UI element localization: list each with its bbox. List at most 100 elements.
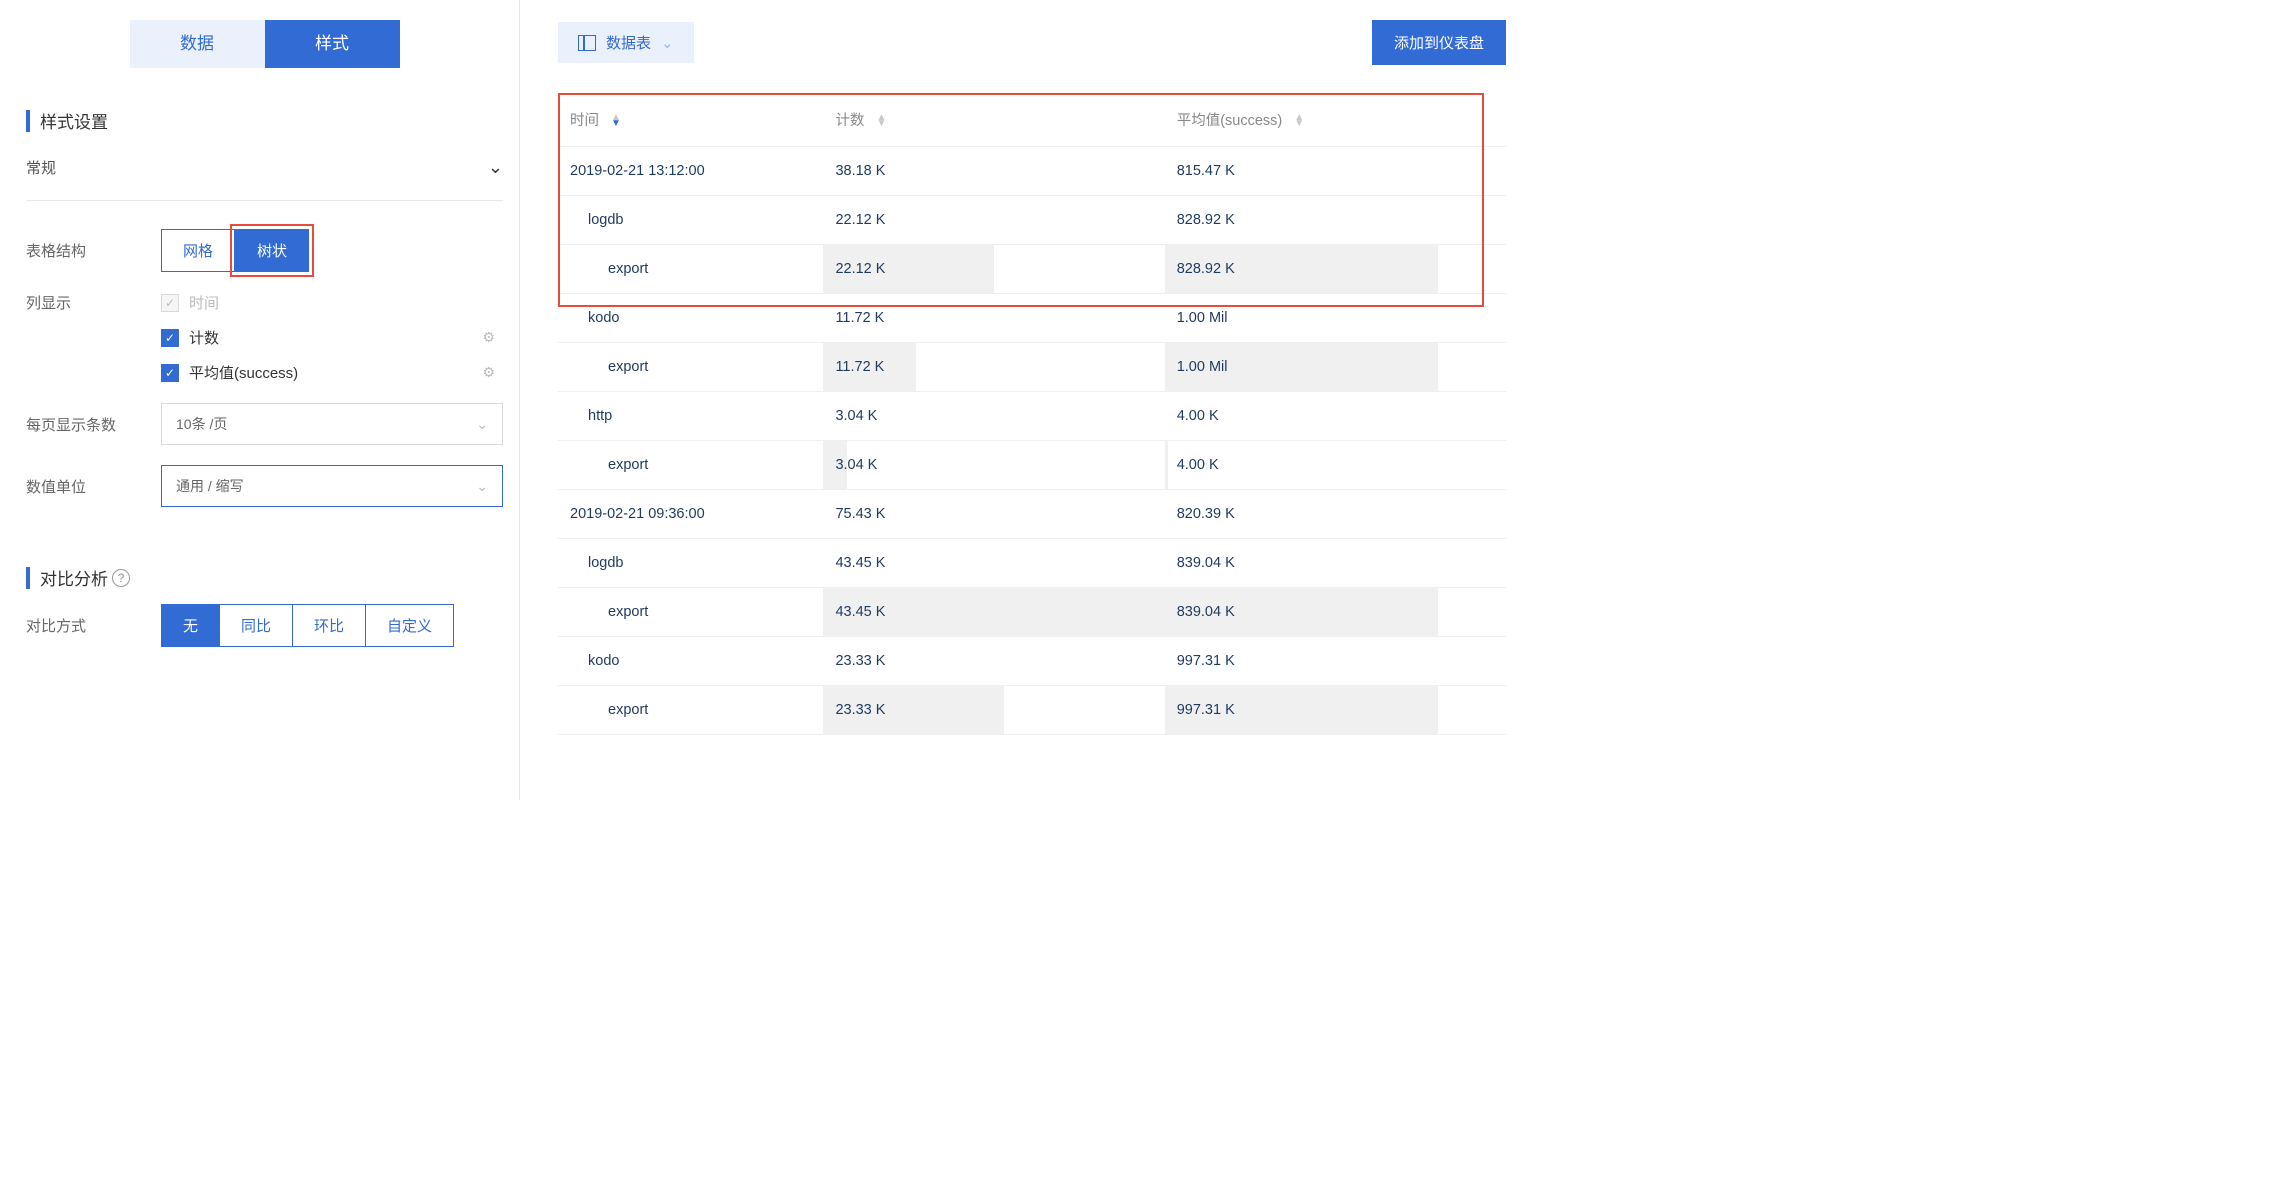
cell-count: 22.12 K: [823, 196, 1164, 245]
col-header-time[interactable]: 时间 ▲▼: [558, 93, 823, 147]
sort-icon: ▲▼: [1294, 115, 1304, 127]
btn-grid[interactable]: 网格: [161, 229, 235, 272]
cell-count: 75.43 K: [823, 490, 1164, 539]
label-compare-mode: 对比方式: [26, 615, 161, 636]
cell-avg: 839.04 K: [1165, 588, 1506, 637]
label-per-page: 每页显示条数: [26, 414, 161, 435]
cell-count: 11.72 K: [823, 343, 1164, 392]
label-column-display: 列显示: [26, 292, 161, 313]
checkbox-avg-label: 平均值(success): [189, 362, 472, 383]
table-row: export43.45 K839.04 K: [558, 588, 1506, 637]
cell-time: 2019-02-21 09:36:00: [558, 490, 823, 539]
cell-avg: 828.92 K: [1165, 245, 1506, 294]
table-row: logdb22.12 K828.92 K: [558, 196, 1506, 245]
cell-time: export: [558, 441, 823, 490]
help-icon[interactable]: ?: [112, 569, 130, 587]
table-row: export22.12 K828.92 K: [558, 245, 1506, 294]
cell-avg: 1.00 Mil: [1165, 343, 1506, 392]
select-unit[interactable]: 通用 / 缩写 ⌄: [161, 465, 503, 507]
col-header-avg[interactable]: 平均值(success) ▲▼: [1165, 93, 1506, 147]
select-unit-value: 通用 / 缩写: [176, 476, 244, 496]
checkbox-count-label: 计数: [189, 327, 472, 348]
data-table: 时间 ▲▼ 计数 ▲▼ 平均值(success): [558, 93, 1506, 735]
right-panel: 数据表 ⌄ 添加到仪表盘 时间 ▲▼ 计数: [520, 0, 1528, 800]
table-row: kodo23.33 K997.31 K: [558, 637, 1506, 686]
table-row: logdb43.45 K839.04 K: [558, 539, 1506, 588]
col-header-count-label: 计数: [835, 113, 864, 129]
cell-avg: 997.31 K: [1165, 686, 1506, 735]
tab-data[interactable]: 数据: [130, 20, 265, 68]
sort-icon: ▲▼: [876, 115, 886, 127]
cell-count: 23.33 K: [823, 686, 1164, 735]
chevron-down-icon: ⌄: [488, 157, 503, 178]
col-header-time-label: 时间: [570, 113, 599, 129]
cell-avg: 4.00 K: [1165, 441, 1506, 490]
select-per-page[interactable]: 10条 /页 ⌄: [161, 403, 503, 445]
checkbox-avg[interactable]: ✓: [161, 364, 179, 382]
table-row: 2019-02-21 09:36:0075.43 K820.39 K: [558, 490, 1506, 539]
label-table-structure: 表格结构: [26, 240, 161, 261]
section-style-settings: 样式设置: [26, 108, 503, 133]
cell-avg: 828.92 K: [1165, 196, 1506, 245]
table-row: kodo11.72 K1.00 Mil: [558, 294, 1506, 343]
gear-icon[interactable]: ⚙: [482, 329, 495, 346]
view-type-select[interactable]: 数据表 ⌄: [558, 22, 694, 63]
section-title: 对比分析: [40, 565, 108, 590]
chevron-down-icon: ⌄: [476, 416, 488, 433]
select-per-page-value: 10条 /页: [176, 414, 227, 434]
checkbox-time: ✓: [161, 294, 179, 312]
cell-time: export: [558, 343, 823, 392]
cell-time: export: [558, 588, 823, 637]
cell-count: 22.12 K: [823, 245, 1164, 294]
table-row: 2019-02-21 13:12:0038.18 K815.47 K: [558, 147, 1506, 196]
section-title: 样式设置: [40, 108, 108, 133]
col-header-count[interactable]: 计数 ▲▼: [823, 93, 1164, 147]
btn-tree[interactable]: 树状: [235, 229, 309, 272]
cell-time: export: [558, 686, 823, 735]
col-header-avg-label: 平均值(success): [1177, 113, 1283, 129]
cell-count: 11.72 K: [823, 294, 1164, 343]
btn-compare-none[interactable]: 无: [161, 604, 220, 647]
checkbox-time-label: 时间: [189, 292, 503, 313]
section-compare: 对比分析 ?: [26, 565, 503, 590]
btn-compare-mom[interactable]: 环比: [292, 604, 366, 647]
chevron-down-icon: ⌄: [476, 478, 488, 495]
btn-compare-yoy[interactable]: 同比: [219, 604, 293, 647]
collapse-general[interactable]: 常规 ⌄: [26, 147, 503, 201]
cell-count: 23.33 K: [823, 637, 1164, 686]
checkbox-count[interactable]: ✓: [161, 329, 179, 347]
table-row: export23.33 K997.31 K: [558, 686, 1506, 735]
cell-avg: 4.00 K: [1165, 392, 1506, 441]
cell-count: 38.18 K: [823, 147, 1164, 196]
view-type-label: 数据表: [606, 32, 651, 53]
tab-style[interactable]: 样式: [265, 20, 400, 68]
cell-avg: 1.00 Mil: [1165, 294, 1506, 343]
main-tabs: 数据 样式: [130, 20, 400, 68]
table-row: export11.72 K1.00 Mil: [558, 343, 1506, 392]
cell-time: http: [558, 392, 823, 441]
table-row: http3.04 K4.00 K: [558, 392, 1506, 441]
cell-time: logdb: [558, 539, 823, 588]
cell-avg: 839.04 K: [1165, 539, 1506, 588]
cell-count: 43.45 K: [823, 588, 1164, 637]
cell-time: kodo: [558, 637, 823, 686]
chevron-down-icon: ⌄: [661, 34, 674, 52]
cell-time: export: [558, 245, 823, 294]
cell-count: 3.04 K: [823, 441, 1164, 490]
table-icon: [578, 35, 596, 51]
label-unit: 数值单位: [26, 476, 161, 497]
gear-icon[interactable]: ⚙: [482, 364, 495, 381]
add-to-dashboard-button[interactable]: 添加到仪表盘: [1372, 20, 1506, 65]
cell-time: 2019-02-21 13:12:00: [558, 147, 823, 196]
collapse-label: 常规: [26, 157, 56, 178]
btn-compare-custom[interactable]: 自定义: [365, 604, 454, 647]
left-panel: 数据 样式 样式设置 常规 ⌄ 表格结构 网格 树状 列显示: [0, 0, 520, 800]
cell-count: 43.45 K: [823, 539, 1164, 588]
cell-time: kodo: [558, 294, 823, 343]
cell-avg: 997.31 K: [1165, 637, 1506, 686]
cell-time: logdb: [558, 196, 823, 245]
table-row: export3.04 K4.00 K: [558, 441, 1506, 490]
cell-avg: 820.39 K: [1165, 490, 1506, 539]
sort-icon: ▲▼: [611, 115, 621, 127]
cell-avg: 815.47 K: [1165, 147, 1506, 196]
